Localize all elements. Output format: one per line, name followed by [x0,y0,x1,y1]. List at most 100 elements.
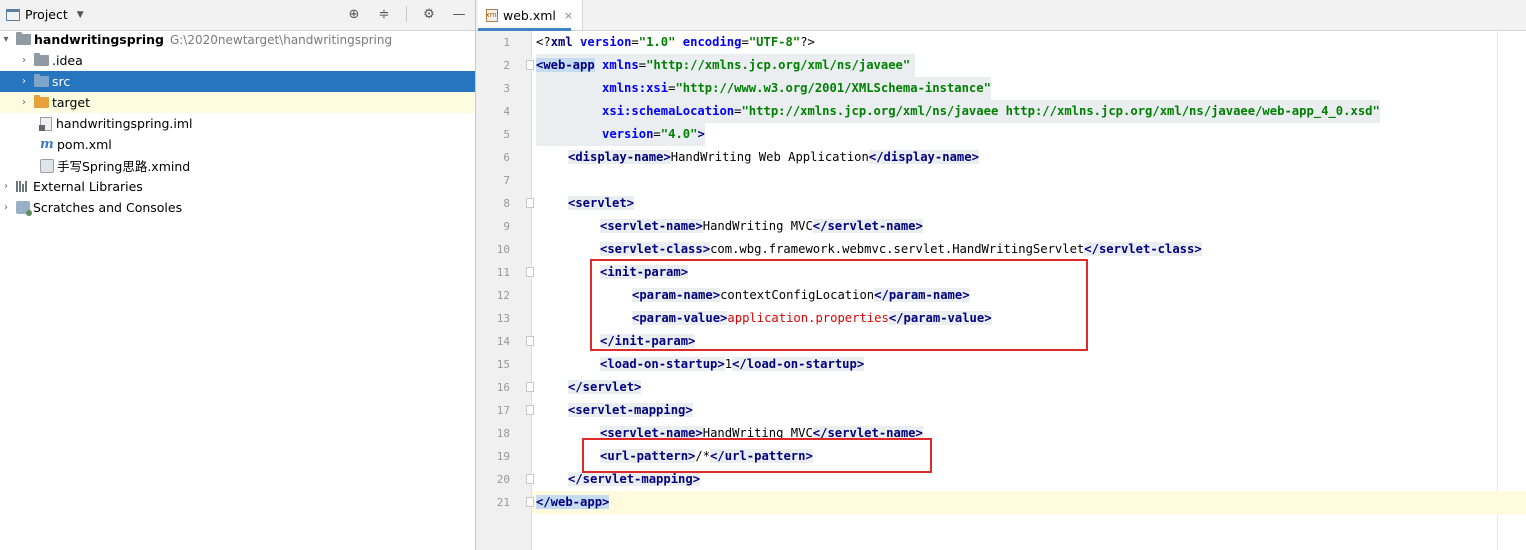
tree-item-pom[interactable]: m pom.xml [0,134,475,155]
line-number: 16 [496,381,510,394]
line-number: 17 [496,404,510,417]
code-line: 7 [503,169,1526,192]
code-text: <?xml version="1.0" encoding="UTF-8"?> [536,35,815,49]
chevron-down-icon[interactable]: ▾ [0,34,12,45]
code-text: <servlet-name>HandWriting MVC</servlet-n… [600,219,923,233]
maven-icon: m [40,137,54,152]
project-panel-header: Project ▼ ⊕ ≑ ⚙ — [0,0,475,31]
line-number: 12 [496,289,510,302]
code-text: <display-name>HandWriting Web Applicatio… [568,150,979,164]
module-folder-icon [16,32,31,45]
project-view-selector[interactable]: Project ▼ [6,7,84,22]
minimize-icon[interactable]: — [451,6,467,22]
fold-icon[interactable] [526,497,534,507]
tree-item-scratches[interactable]: › Scratches and Consoles [0,197,475,218]
source-folder-icon [34,74,49,87]
folder-icon [34,53,49,66]
code-text: <servlet-class>com.wbg.framework.webmvc.… [600,242,1202,256]
code-text: </web-app> [536,495,610,509]
tree-item-label: .idea [52,53,83,68]
file-icon [40,158,54,173]
tree-item-label: handwritingspring.iml [56,116,193,131]
fold-icon[interactable] [526,267,534,277]
line-number: 4 [503,105,510,118]
code-line: 4 xsi:schemaLocation="http://xmlns.jcp.o… [503,100,1526,123]
code-line: 1 <?xml version="1.0" encoding="UTF-8"?> [503,31,1526,54]
line-number: 9 [503,220,510,233]
tree-item-label: pom.xml [57,137,112,152]
code-text: <web-app xmlns="http://xmlns.jcp.org/xml… [536,54,916,77]
fold-icon[interactable] [526,405,534,415]
tree-item-src[interactable]: › src [0,71,475,92]
tree-item-label: Scratches and Consoles [33,200,183,215]
code-line-current: 21 </web-app> [497,491,1526,514]
project-panel: Project ▼ ⊕ ≑ ⚙ — ▾ handwritingspring G:… [0,0,476,550]
chevron-right-icon[interactable]: › [18,76,30,87]
highlight-box-init-param [590,259,1088,351]
line-number: 13 [496,312,510,325]
chevron-right-icon[interactable]: › [18,55,30,66]
chevron-right-icon[interactable]: › [18,97,30,108]
code-line: 16 </servlet> [497,376,1526,399]
tree-item-label: handwritingspring [34,32,164,47]
line-number: 8 [503,197,510,210]
tab-label: web.xml [503,7,556,23]
code-line: 6 <display-name>HandWriting Web Applicat… [503,146,1526,169]
fold-icon[interactable] [526,336,534,346]
tree-item-xmind[interactable]: 手写Spring思路.xmind [0,155,475,176]
gear-icon[interactable]: ⚙ [421,6,437,22]
excluded-folder-icon [34,95,49,108]
line-number: 3 [503,82,510,95]
project-tree: ▾ handwritingspring G:\2020newtarget\han… [0,29,475,218]
tree-item-target[interactable]: › target [0,92,475,113]
tree-item-idea[interactable]: › .idea [0,50,475,71]
tree-item-label: External Libraries [33,179,143,194]
line-number: 19 [496,450,510,463]
code-line: 8 <servlet> [503,192,1526,215]
close-icon[interactable]: × [564,9,573,22]
code-line: 10 <servlet-class>com.wbg.framework.webm… [497,238,1526,261]
tree-item-root[interactable]: ▾ handwritingspring G:\2020newtarget\han… [0,29,475,50]
library-icon [16,181,30,192]
code-text: <load-on-startup>1</load-on-startup> [600,357,865,371]
chevron-right-icon[interactable]: › [0,202,12,213]
line-number: 11 [496,266,510,279]
highlight-box-url-pattern [582,438,932,473]
locate-icon[interactable]: ⊕ [346,6,362,22]
fold-icon[interactable] [526,474,534,484]
line-number: 7 [503,174,510,187]
line-number: 5 [503,128,510,141]
line-number: 21 [496,496,510,509]
code-text: version="4.0"> [536,123,705,146]
editor-tabs: xml web.xml × [476,0,1526,31]
xml-file-icon: xml [486,8,498,22]
code-line: 9 <servlet-name>HandWriting MVC</servlet… [503,215,1526,238]
fold-icon[interactable] [526,60,534,70]
code-line: 17 <servlet-mapping> [497,399,1526,422]
code-text: xmlns:xsi="http://www.w3.org/2001/XMLSch… [536,77,991,100]
line-number: 20 [496,473,510,486]
tree-item-label: src [52,74,71,89]
fold-icon[interactable] [526,198,534,208]
line-number: 15 [496,358,510,371]
code-text: xsi:schemaLocation="http://xmlns.jcp.org… [536,100,1380,123]
line-number: 10 [496,243,510,256]
tree-item-external-libraries[interactable]: › External Libraries [0,176,475,197]
code-line: 2 <web-app xmlns="http://xmlns.jcp.org/x… [503,54,1526,77]
code-line: 5 version="4.0"> [503,123,1526,146]
line-number: 14 [496,335,510,348]
line-number: 6 [503,151,510,164]
tab-web-xml[interactable]: xml web.xml × [478,0,584,30]
fold-icon[interactable] [526,382,534,392]
chevron-down-icon[interactable]: ▼ [77,10,84,20]
collapse-all-icon[interactable]: ≑ [376,6,392,22]
code-line: 3 xmlns:xsi="http://www.w3.org/2001/XMLS… [503,77,1526,100]
project-panel-title: Project [25,7,68,22]
toolbar-separator [406,6,407,22]
code-line: 15 <load-on-startup>1</load-on-startup> [497,353,1526,376]
tree-item-label: target [52,95,91,110]
tree-item-iml[interactable]: handwritingspring.iml [0,113,475,134]
code-text: </servlet> [568,380,642,394]
tree-item-label: 手写Spring思路.xmind [57,159,191,174]
chevron-right-icon[interactable]: › [0,181,12,192]
